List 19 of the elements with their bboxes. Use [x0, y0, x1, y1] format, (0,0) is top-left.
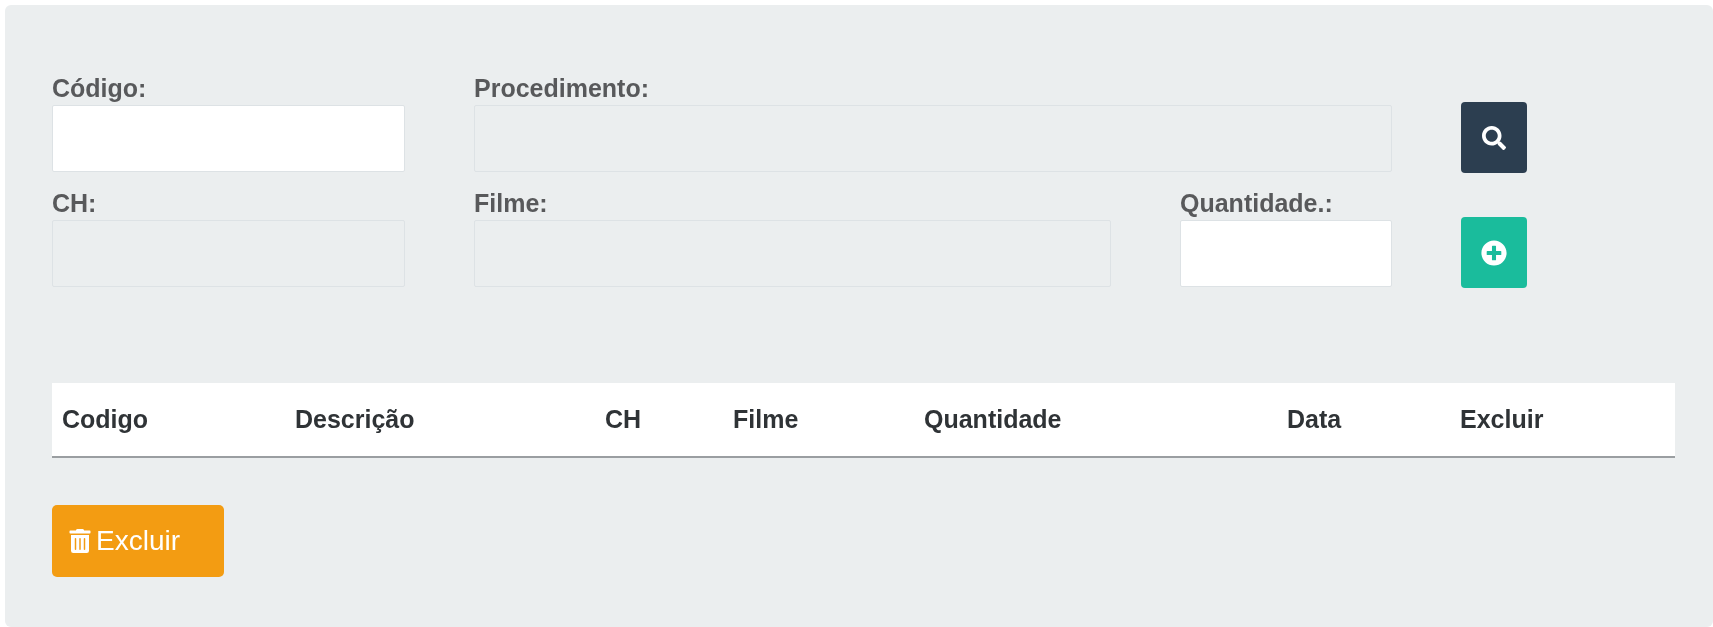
column-header: Quantidade — [924, 405, 1062, 434]
column-header: Filme — [733, 405, 799, 434]
column-header: CH — [605, 405, 642, 434]
column-header: Descrição — [295, 405, 415, 434]
search-icon — [1482, 125, 1506, 150]
field-label: Procedimento: — [474, 73, 650, 104]
delete-button[interactable]: Excluir — [52, 505, 224, 577]
field-label: Quantidade.: — [1180, 188, 1333, 219]
input-field[interactable] — [52, 105, 405, 172]
field-label: Código: — [52, 73, 147, 104]
search-button[interactable] — [1461, 102, 1527, 173]
add-button[interactable] — [1461, 217, 1527, 288]
trash-icon — [68, 529, 92, 553]
input-field[interactable] — [1180, 220, 1392, 287]
column-header: Codigo — [62, 405, 149, 434]
field-label: CH: — [52, 188, 97, 219]
column-header: Excluir — [1460, 405, 1544, 434]
field-label: Filme: — [474, 188, 548, 219]
column-header: Data — [1287, 405, 1342, 434]
